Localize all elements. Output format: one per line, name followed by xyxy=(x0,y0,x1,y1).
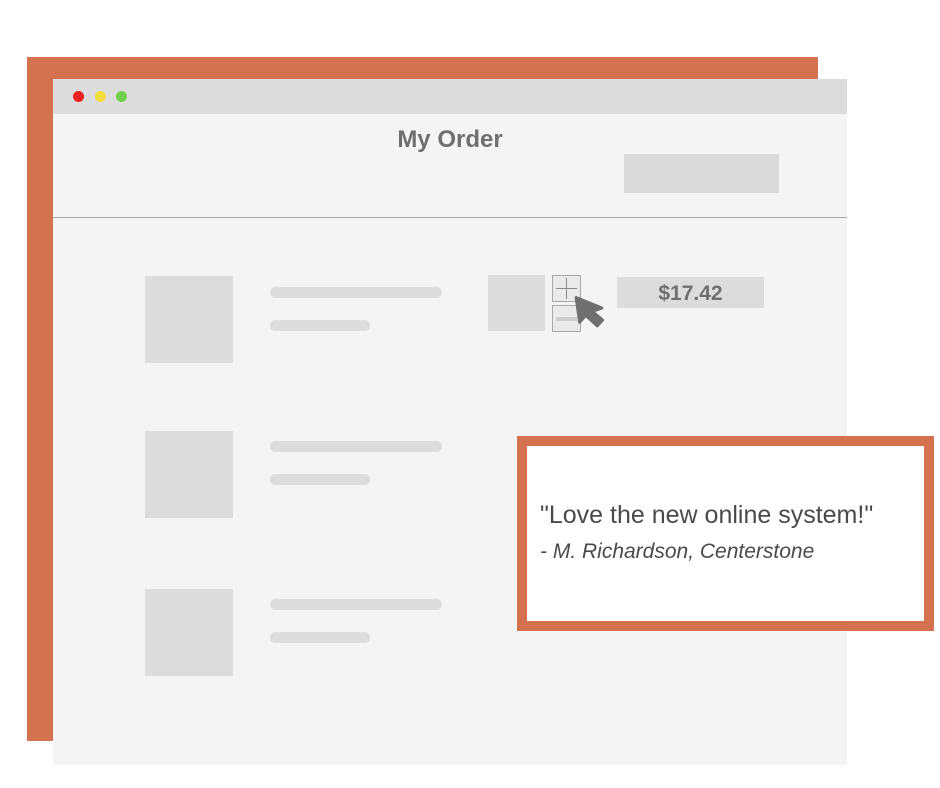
page-title: My Order xyxy=(397,126,503,153)
testimonial-author: - M. Richardson, Centerstone xyxy=(540,540,815,563)
item-1-subtitle-placeholder xyxy=(270,320,370,331)
item-1-price: $17.42 xyxy=(617,277,764,308)
close-window-button[interactable] xyxy=(73,91,84,102)
testimonial-card: "Love the new online system!" - M. Richa… xyxy=(517,436,934,631)
item-2-subtitle-placeholder xyxy=(270,474,370,485)
header-placeholder-box xyxy=(624,154,779,193)
window-titlebar xyxy=(53,79,847,114)
item-1-quantity-field[interactable] xyxy=(488,275,545,331)
minimize-window-button[interactable] xyxy=(95,91,106,102)
item-3-subtitle-placeholder xyxy=(270,632,370,643)
maximize-window-button[interactable] xyxy=(116,91,127,102)
header-divider xyxy=(53,217,847,218)
item-1-title-placeholder xyxy=(270,287,442,298)
app-window: My Order $17.42 xyxy=(53,79,847,765)
item-3-title-placeholder xyxy=(270,599,442,610)
item-2-thumbnail xyxy=(145,431,233,518)
item-3-thumbnail xyxy=(145,589,233,676)
item-1-thumbnail xyxy=(145,276,233,363)
testimonial-quote: "Love the new online system!" xyxy=(540,501,874,529)
arrow-cursor-icon xyxy=(574,296,605,328)
item-2-title-placeholder xyxy=(270,441,442,452)
